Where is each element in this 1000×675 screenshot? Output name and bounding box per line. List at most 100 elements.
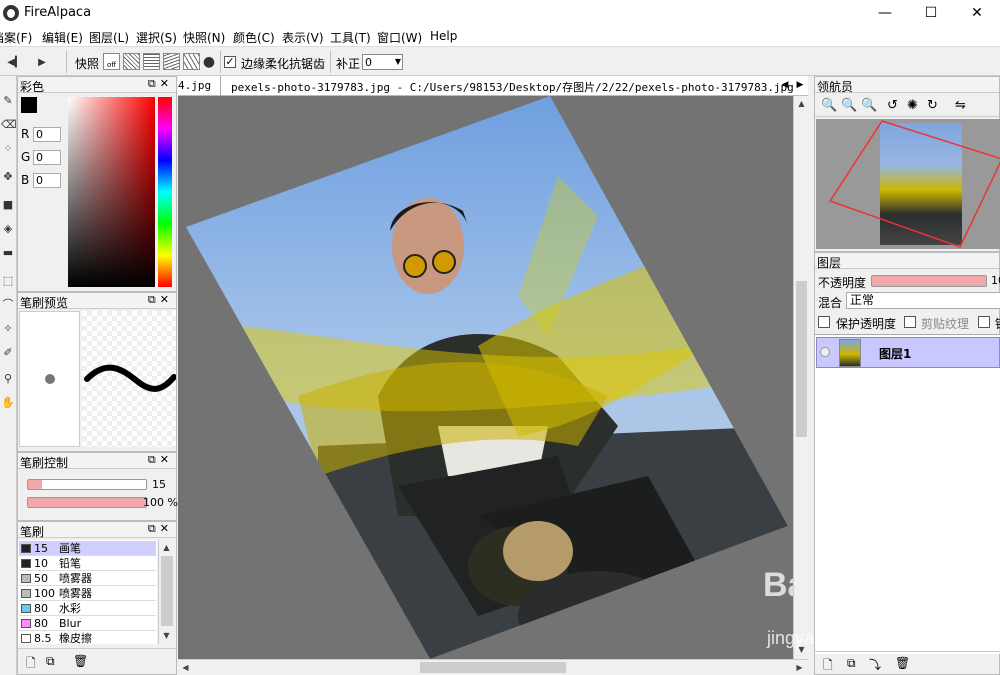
brush-item[interactable]: 80 Blur (19, 616, 156, 631)
scroll-up-icon[interactable]: ▲ (794, 96, 809, 111)
blend-mode-select[interactable]: 正常 (846, 292, 1000, 309)
brush-item[interactable]: 15 画笔 (19, 541, 156, 556)
scroll-thumb[interactable] (161, 556, 173, 626)
prev-canvas-icon[interactable]: ◀▎ (6, 53, 24, 71)
brush-size-value: 15 (152, 478, 166, 491)
clipping-checkbox[interactable] (904, 316, 916, 328)
magic-wand-icon[interactable]: ✧ (1, 322, 15, 336)
brush-preview-header: 笔刷预览 ⧉✕ (18, 293, 176, 310)
brush-list-scrollbar[interactable]: ▲ ▼ (158, 540, 175, 644)
hand-tool-icon[interactable]: ✋ (1, 396, 15, 410)
toolbar-separator (330, 51, 331, 73)
brush-panel-title: 笔刷 (20, 525, 45, 539)
scroll-right-icon[interactable]: ▶ (792, 660, 807, 675)
brush-item[interactable]: 100 喷雾器 (19, 586, 156, 601)
next-canvas-icon[interactable]: ▶ (33, 53, 51, 71)
duplicate-layer-icon[interactable]: ⧉ (847, 656, 856, 671)
trash-icon[interactable]: 🗑 (895, 656, 910, 670)
menu-edit[interactable]: 编辑(E) (42, 29, 83, 46)
eyedropper-icon[interactable]: ⚲ (1, 372, 15, 386)
tab-scroll-right-icon[interactable]: ▶ (793, 78, 807, 93)
rotate-right-icon[interactable]: ↻ (927, 98, 938, 113)
eraser-tool-icon[interactable]: ⌫ (1, 118, 17, 132)
gradient-tool-icon[interactable]: ▬ (1, 246, 15, 260)
panel-controls[interactable]: ⧉✕ (148, 522, 173, 536)
scroll-left-icon[interactable]: ◀ (178, 660, 193, 675)
brush-swatch (21, 634, 31, 643)
snap-off-icon[interactable]: off (103, 53, 120, 70)
snap-perspective-icon[interactable] (183, 53, 200, 70)
zoom-out-icon[interactable]: 🔍 (841, 98, 857, 113)
correction-select[interactable]: 0 ▼ (362, 54, 403, 70)
brush-opacity-slider[interactable] (27, 497, 147, 508)
lock-checkbox[interactable] (978, 316, 990, 328)
panel-controls[interactable]: ⧉✕ (148, 453, 173, 467)
pen-tool-icon[interactable]: ✎ (1, 94, 15, 108)
menu-select[interactable]: 選択(S) (136, 29, 177, 46)
scroll-up-icon[interactable]: ▲ (159, 540, 174, 555)
hue-slider[interactable] (158, 97, 172, 287)
b-input[interactable]: 0 (33, 173, 61, 188)
reset-rotation-icon[interactable]: ✺ (907, 98, 918, 113)
brush-size-slider[interactable] (27, 479, 147, 490)
layer-visibility-icon[interactable] (820, 347, 830, 357)
snap-radial-icon[interactable] (163, 53, 180, 70)
move-tool-icon[interactable]: ✥ (1, 170, 15, 184)
brush-item[interactable]: 80 水彩 (19, 601, 156, 616)
scroll-down-icon[interactable]: ▼ (159, 628, 174, 643)
zoom-fit-icon[interactable]: 🔍 (861, 98, 877, 113)
trash-icon[interactable]: 🗑 (73, 654, 88, 668)
navigator-preview[interactable] (816, 119, 1000, 249)
menu-view[interactable]: 表示(V) (282, 29, 324, 46)
layer-row[interactable]: 图层1 (816, 337, 1000, 368)
brush-item[interactable]: 10 铅笔 (19, 556, 156, 571)
menu-color[interactable]: 颜色(C) (233, 29, 275, 46)
dot-tool-icon[interactable]: ⁘ (1, 142, 15, 156)
scroll-thumb[interactable] (420, 662, 566, 673)
antialias-checkbox[interactable]: ✓ (224, 56, 236, 68)
close-button[interactable]: ✕ (954, 0, 1000, 26)
rotate-left-icon[interactable]: ↺ (887, 98, 898, 113)
zoom-in-icon[interactable]: 🔍 (821, 98, 837, 113)
duplicate-brush-icon[interactable]: ⧉ (46, 654, 55, 669)
canvas-vertical-scrollbar[interactable]: ▲ ▼ (793, 96, 808, 659)
menu-tools[interactable]: 工具(T) (330, 29, 371, 46)
menu-help[interactable]: Help (430, 29, 457, 43)
snap-grid-icon[interactable] (143, 53, 160, 70)
antialias-label: 边缘柔化抗锯齿 (241, 57, 326, 71)
menu-layer[interactable]: 图层(L) (89, 29, 129, 46)
snap-dot-icon[interactable]: ● (200, 53, 218, 71)
snap-parallel-icon[interactable] (123, 53, 140, 70)
lasso-tool-icon[interactable]: ⌒ (1, 298, 15, 312)
r-input[interactable]: 0 (33, 127, 61, 142)
menu-file[interactable]: 档案(F) (0, 29, 32, 46)
fill-tool-icon[interactable]: ■ (1, 198, 15, 212)
menu-snap[interactable]: 快照(N) (183, 29, 225, 46)
bucket-tool-icon[interactable]: ◈ (1, 222, 15, 236)
brush-item[interactable]: 50 喷雾器 (19, 571, 156, 586)
scroll-thumb[interactable] (796, 281, 807, 437)
tab-previous-document[interactable]: 4.jpg (178, 79, 211, 92)
select-pen-icon[interactable]: ✐ (1, 346, 15, 360)
new-layer-icon[interactable]: 🗋 (823, 656, 833, 675)
g-input[interactable]: 0 (33, 150, 61, 165)
canvas-horizontal-scrollbar[interactable]: ◀ ▶ (178, 659, 808, 675)
protect-alpha-checkbox[interactable] (818, 316, 830, 328)
new-brush-icon[interactable]: 🗋 (26, 654, 36, 675)
rotated-photo-canvas[interactable] (178, 96, 793, 659)
layer-opacity-slider[interactable] (871, 275, 987, 287)
tab-active-document[interactable]: pexels-photo-3179783.jpg - C:/Users/9815… (231, 79, 794, 95)
menu-window[interactable]: 窗口(W) (377, 29, 422, 46)
merge-layer-icon[interactable]: ⤵ (869, 656, 881, 673)
select-tool-icon[interactable]: ⬚ (1, 274, 15, 288)
primary-color-swatch[interactable] (21, 97, 37, 113)
panel-controls[interactable]: ⧉✕ (148, 77, 173, 91)
brush-item[interactable]: 8.5 橡皮擦 (19, 631, 156, 644)
tab-scroll-left-icon[interactable]: ◀ (778, 78, 792, 93)
saturation-value-picker[interactable] (68, 97, 155, 287)
panel-controls[interactable]: ⧉✕ (148, 293, 173, 307)
flip-icon[interactable]: ⇋ (955, 98, 966, 113)
maximize-button[interactable]: ☐ (908, 0, 954, 26)
canvas-area[interactable]: Bai 🐾 经验 (178, 96, 793, 659)
minimize-button[interactable]: — (862, 0, 908, 26)
